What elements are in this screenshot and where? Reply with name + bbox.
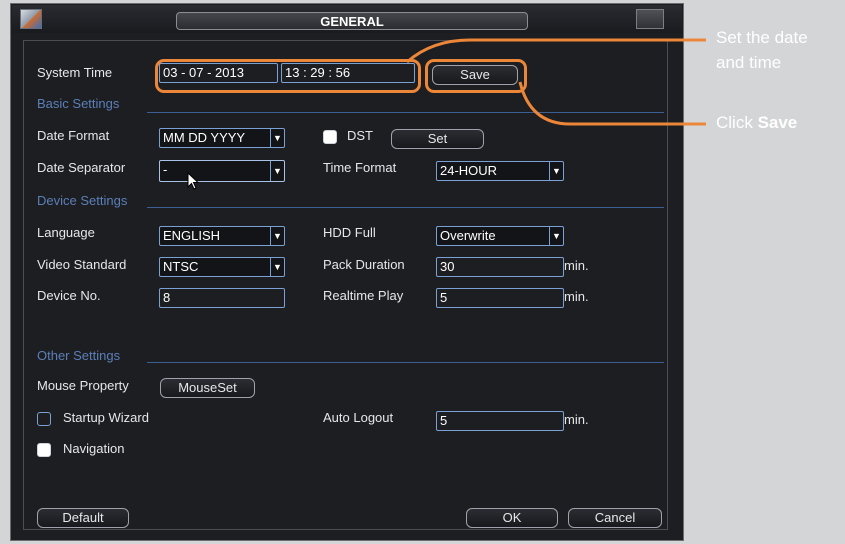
annotation-set-date-line1: Set the date	[716, 28, 808, 47]
callout-lines	[406, 38, 706, 126]
annotation-set-date-line2: and time	[716, 53, 782, 72]
annotation-click-bold: Save	[757, 113, 798, 132]
annotation-click-save: Click Save	[716, 111, 797, 135]
annotation-click-prefix: Click	[716, 113, 758, 132]
